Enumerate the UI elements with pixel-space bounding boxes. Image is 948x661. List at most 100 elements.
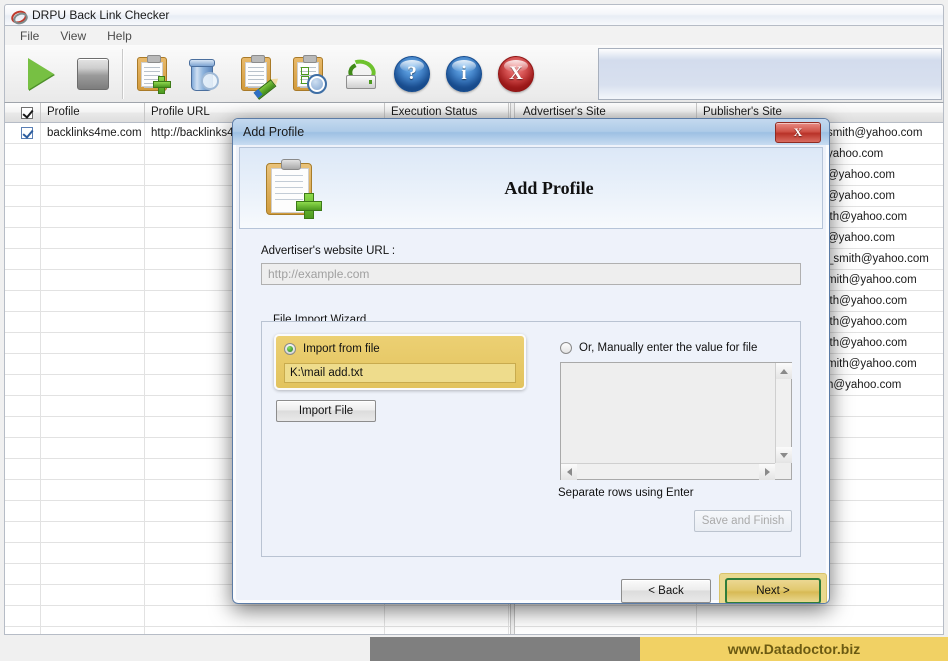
stop-button[interactable] <box>67 48 119 100</box>
import-from-file-panel[interactable]: Import from file K:\mail add.txt <box>274 334 526 390</box>
cell-empty <box>41 627 145 634</box>
stop-icon <box>77 57 109 90</box>
dialog-body: Add Profile Advertiser's website URL : h… <box>239 147 827 603</box>
import-from-file-option[interactable]: Import from file <box>284 343 380 355</box>
import-from-file-radio[interactable] <box>284 343 296 355</box>
cell-empty <box>41 333 145 353</box>
cell-empty <box>13 459 41 479</box>
textarea-vertical-scrollbar[interactable] <box>775 363 792 463</box>
manual-entry-option[interactable]: Or, Manually enter the value for file <box>560 342 757 354</box>
save-and-finish-button[interactable]: Save and Finish <box>694 510 792 532</box>
cell-empty <box>13 249 41 269</box>
cell-empty <box>41 438 145 458</box>
cell-empty <box>13 543 41 563</box>
cell-empty <box>41 375 145 395</box>
textarea-horizontal-scrollbar[interactable] <box>561 463 775 480</box>
menu-item-help[interactable]: Help <box>98 28 141 44</box>
close-x-icon: X <box>498 55 534 92</box>
cell-empty <box>41 480 145 500</box>
cell-empty <box>145 606 385 626</box>
manual-entry-textarea[interactable] <box>560 362 792 480</box>
cell-empty <box>41 186 145 206</box>
refresh-button[interactable] <box>334 48 386 100</box>
cell-empty <box>13 375 41 395</box>
dialog-close-button[interactable]: X <box>775 122 821 143</box>
close-icon: X <box>793 125 803 139</box>
manual-entry-label: Or, Manually enter the value for file <box>579 342 758 354</box>
grid-header-profile[interactable]: Profile <box>41 103 145 122</box>
cell-empty <box>41 522 145 542</box>
exit-button[interactable]: X <box>490 48 542 100</box>
import-from-file-label: Import from file <box>303 343 380 355</box>
select-all-checkbox[interactable] <box>20 106 33 119</box>
cell-empty <box>41 459 145 479</box>
scroll-up-icon[interactable] <box>776 363 792 379</box>
table-row[interactable] <box>5 627 943 634</box>
cell-empty <box>41 291 145 311</box>
row-checkbox[interactable] <box>20 127 33 139</box>
menu-bar: File View Help <box>4 26 944 45</box>
clipboard-add-icon <box>137 54 171 94</box>
cell-empty <box>41 144 145 164</box>
manual-entry-hint: Separate rows using Enter <box>558 487 694 499</box>
scroll-right-icon[interactable] <box>759 464 775 480</box>
cell-empty <box>13 270 41 290</box>
dialog-banner-title: Add Profile <box>504 177 594 198</box>
scroll-left-icon[interactable] <box>561 464 577 480</box>
profile-settings-button[interactable] <box>282 48 334 100</box>
cell-empty <box>13 438 41 458</box>
scroll-down-icon[interactable] <box>776 447 792 463</box>
cell-empty <box>385 606 509 626</box>
import-file-button[interactable]: Import File <box>276 400 376 422</box>
cell-empty <box>13 564 41 584</box>
cell-empty <box>13 186 41 206</box>
cell-empty <box>13 312 41 332</box>
clipboard-edit-icon <box>241 54 277 100</box>
add-profile-dialog: Add Profile X Add Profile Advertiser's w… <box>232 118 830 604</box>
cell-empty <box>517 627 697 634</box>
delete-profile-button[interactable] <box>178 48 230 100</box>
grid-header-select-all[interactable] <box>13 103 41 122</box>
back-button[interactable]: < Back <box>621 579 711 603</box>
advertiser-url-input[interactable]: http://example.com <box>261 263 801 285</box>
application-window: DRPU Back Link Checker File View Help ? … <box>0 0 948 661</box>
cell-empty <box>13 144 41 164</box>
cell-empty <box>41 543 145 563</box>
file-path-input[interactable]: K:\mail add.txt <box>284 363 516 383</box>
cell-empty <box>41 228 145 248</box>
cell-empty <box>13 627 41 634</box>
cell-empty <box>385 627 509 634</box>
row-select-cell[interactable] <box>13 123 41 143</box>
url-label: Advertiser's website URL : <box>261 245 396 257</box>
play-icon <box>28 57 54 90</box>
cell-empty <box>41 249 145 269</box>
refresh-drive-icon <box>344 55 379 89</box>
cell-empty <box>697 606 943 626</box>
cell-empty <box>13 480 41 500</box>
start-button[interactable] <box>15 48 67 100</box>
cell-empty <box>41 396 145 416</box>
cell-empty <box>13 291 41 311</box>
cell-empty <box>145 627 385 634</box>
next-button[interactable]: Next > <box>725 578 821 603</box>
file-import-wizard-group: Import from file K:\mail add.txt Import … <box>261 321 801 557</box>
dialog-title-bar: Add Profile X <box>233 119 829 145</box>
manual-entry-radio[interactable] <box>560 342 572 354</box>
cell-empty <box>517 606 697 626</box>
edit-profile-button[interactable] <box>230 48 282 100</box>
table-row[interactable] <box>5 606 943 627</box>
cell-empty <box>41 564 145 584</box>
window-title: DRPU Back Link Checker <box>32 8 170 22</box>
cell-empty <box>41 417 145 437</box>
cell-empty <box>41 165 145 185</box>
menu-item-file[interactable]: File <box>11 28 48 44</box>
cell-empty <box>13 396 41 416</box>
dialog-title: Add Profile <box>243 125 305 139</box>
cell-empty <box>13 165 41 185</box>
help-button[interactable]: ? <box>386 48 438 100</box>
menu-item-view[interactable]: View <box>51 28 95 44</box>
add-profile-button[interactable] <box>126 48 178 100</box>
about-button[interactable]: i <box>438 48 490 100</box>
dialog-banner: Add Profile <box>239 147 823 229</box>
toolbar-status-panel <box>598 48 942 100</box>
